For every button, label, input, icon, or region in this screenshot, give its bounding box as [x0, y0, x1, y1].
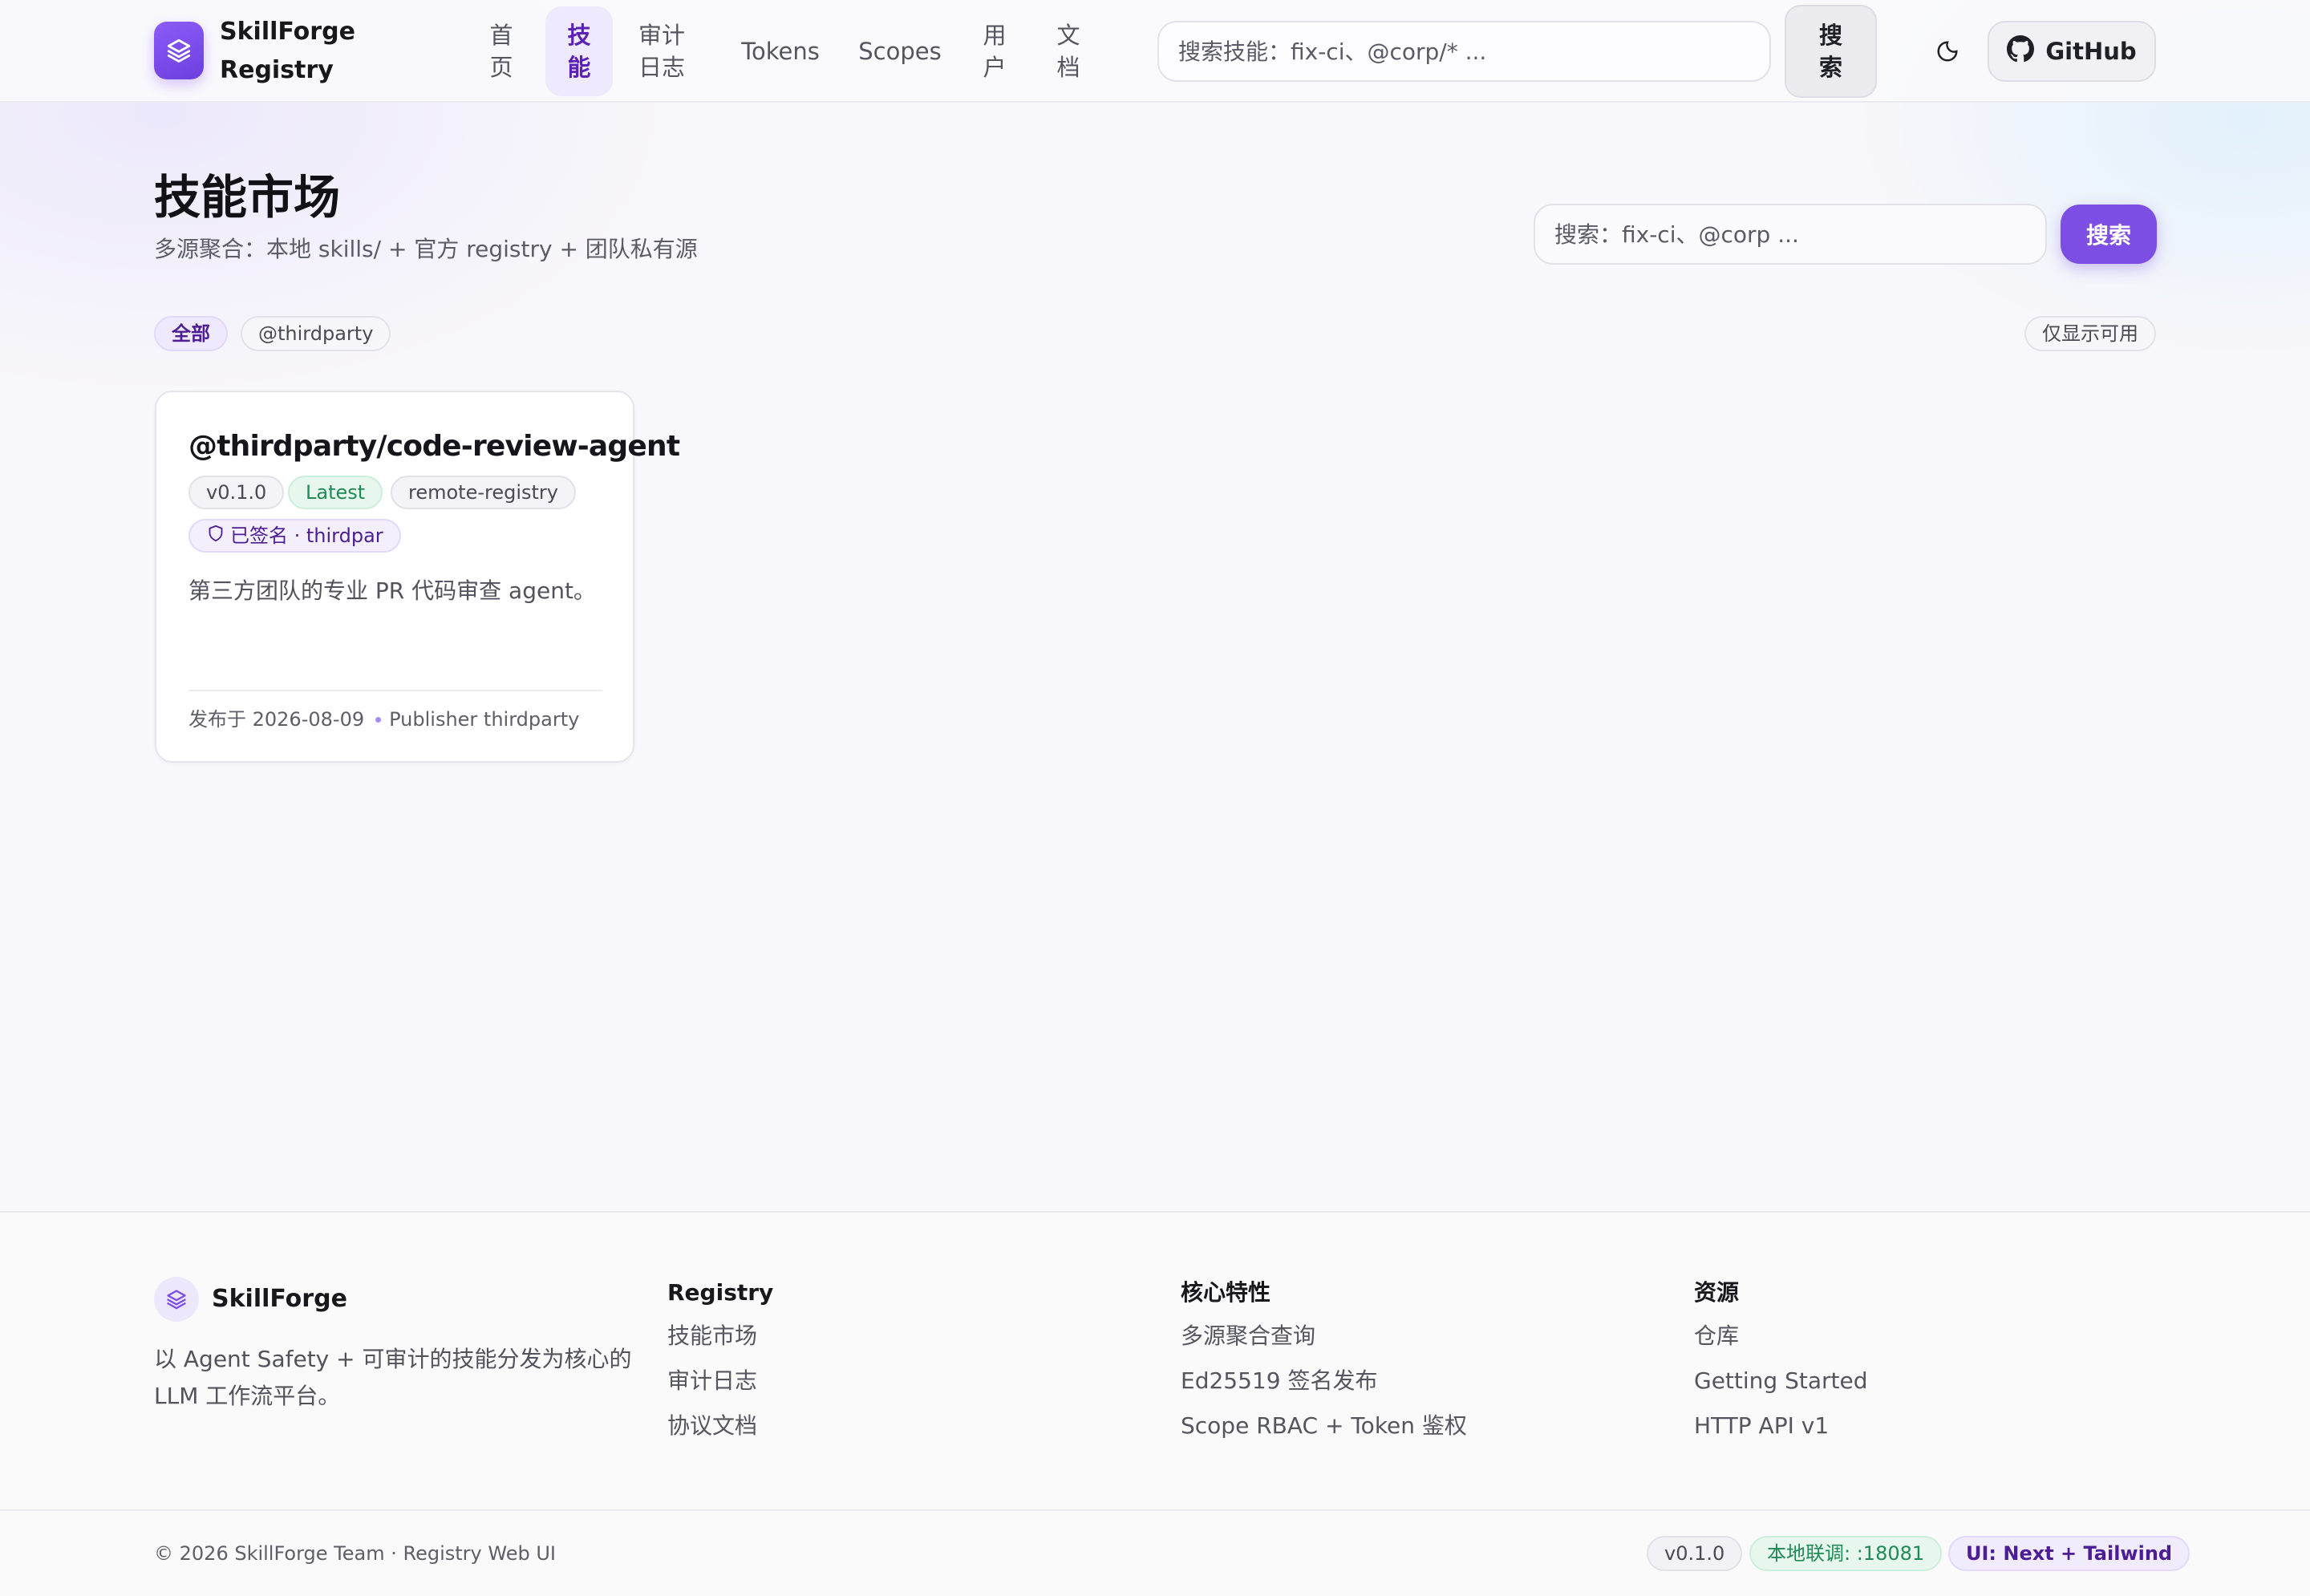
footer-about: 以 Agent Safety + 可审计的技能分发为核心的 LLM 工作流平台。 [154, 1346, 632, 1409]
footer-link-repository[interactable]: 仓库 [1694, 1320, 1867, 1352]
footer-divider [0, 1509, 2310, 1511]
footer-column-title: 资源 [1694, 1279, 1740, 1306]
skill-meta: 发布于 2026-08-09 Publisher thirdparty [188, 703, 579, 735]
filter-scope-thirdparty[interactable]: @thirdparty [241, 316, 391, 351]
footer-link-http-api[interactable]: HTTP API v1 [1694, 1410, 1867, 1442]
page-subtitle: 多源聚合：本地 skills/ + 官方 registry + 团队私有源 [154, 236, 698, 262]
nav-scopes[interactable]: Scopes [855, 6, 945, 96]
skill-card[interactable]: @thirdparty/code-review-agent v0.1.0 Lat… [155, 391, 680, 763]
copyright: © 2026 SkillForge Team · Registry Web UI [154, 1542, 556, 1565]
footer-link-ed25519[interactable]: Ed25519 签名发布 [1181, 1365, 1467, 1397]
footer-column-features: 核心特性 多源聚合查询 Ed25519 签名发布 Scope RBAC + To… [1181, 1277, 1467, 1455]
nav-users[interactable]: 用户 [980, 6, 1009, 96]
card-divider [188, 690, 602, 691]
nav-docs[interactable]: 文档 [1054, 6, 1083, 96]
publisher: Publisher thirdparty [389, 708, 580, 731]
source-badge: remote-registry [391, 476, 576, 509]
version-badge: v0.1.0 [188, 476, 285, 509]
latest-badge: Latest [288, 476, 383, 509]
ui-stack-pill: UI: Next + Tailwind [1948, 1536, 2190, 1571]
top-navbar: SkillForge Registry 首页 技能 审计日志 Tokens Sc… [0, 0, 2310, 103]
header-search-input[interactable] [1157, 21, 1771, 82]
footer-column-title: Registry [667, 1279, 774, 1306]
footer-link-audit-log[interactable]: 审计日志 [667, 1365, 773, 1397]
github-label: GitHub [2045, 38, 2137, 65]
footer-link-marketplace[interactable]: 技能市场 [667, 1320, 773, 1352]
nav-tokens[interactable]: Tokens [736, 6, 825, 96]
footer-column-resources: 资源 仓库 Getting Started HTTP API v1 [1694, 1277, 1867, 1455]
footer-column-title: 核心特性 [1181, 1279, 1271, 1306]
filter-available-only[interactable]: 仅显示可用 [2024, 316, 2156, 351]
header-search-button[interactable]: 搜索 [1785, 5, 1877, 98]
footer-brand: SkillForge [212, 1285, 347, 1313]
layers-logo-icon [154, 1277, 199, 1322]
brand-name[interactable]: SkillForge Registry [220, 13, 364, 90]
footer-link-rbac[interactable]: Scope RBAC + Token 鉴权 [1181, 1410, 1467, 1442]
footer-link-multi-source[interactable]: 多源聚合查询 [1181, 1320, 1467, 1352]
shield-icon [208, 521, 224, 551]
published-date: 发布于 2026-08-09 [188, 708, 365, 731]
layers-logo-icon[interactable] [154, 22, 204, 79]
moon-icon[interactable] [1928, 32, 1967, 71]
github-button[interactable]: GitHub [1988, 21, 2156, 82]
nav-home[interactable]: 首页 [481, 6, 521, 96]
footer-link-getting-started[interactable]: Getting Started [1694, 1365, 1867, 1397]
github-icon [2007, 34, 2035, 68]
footer-link-protocol-docs[interactable]: 协议文档 [667, 1410, 773, 1442]
signature-label: 已签名 · thirdpar [230, 525, 383, 547]
filter-scope-all[interactable]: 全部 [154, 316, 228, 351]
footer-column-registry: Registry 技能市场 审计日志 协议文档 [667, 1277, 773, 1455]
local-dev-pill: 本地联调: :18081 [1749, 1536, 1943, 1571]
signature-badge: 已签名 · thirdpar [188, 519, 401, 553]
skill-description: 第三方团队的专业 PR 代码审查 agent。 [188, 577, 596, 604]
skill-search-input[interactable] [1534, 204, 2047, 265]
nav-skills[interactable]: 技能 [545, 6, 613, 96]
skill-search-button[interactable]: 搜索 [2061, 205, 2157, 264]
nav-audit-log[interactable]: 审计日志 [634, 6, 690, 96]
skill-name[interactable]: @thirdparty/code-review-agent [188, 427, 680, 466]
version-pill: v0.1.0 [1647, 1536, 1743, 1571]
footer: SkillForge 以 Agent Safety + 可审计的技能分发为核心的… [0, 1211, 2310, 1596]
separator-dot [375, 716, 382, 723]
page-title: 技能市场 [154, 170, 341, 225]
